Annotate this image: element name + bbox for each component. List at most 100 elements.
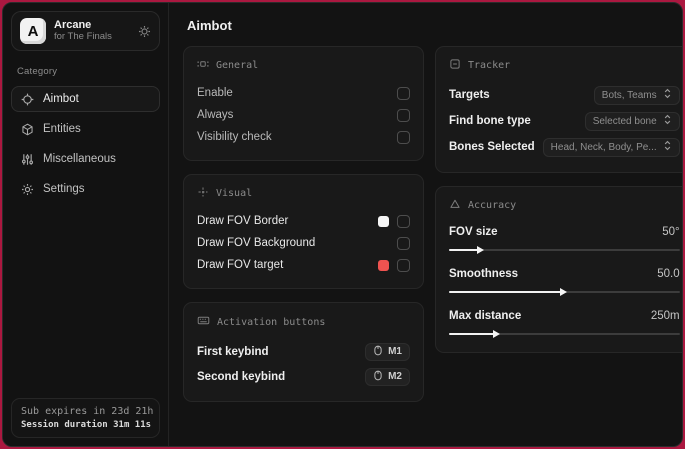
sidebar-item-miscellaneous[interactable]: Miscellaneous xyxy=(11,146,160,172)
sidebar-item-entities[interactable]: Entities xyxy=(11,116,160,142)
brand-subtitle: for The Finals xyxy=(54,30,112,42)
setting-row-fov-target: Draw FOV target xyxy=(197,254,410,276)
scan-box-icon xyxy=(449,58,461,73)
setting-row-always: Always xyxy=(197,104,410,126)
first-keybind-button[interactable]: M1 xyxy=(365,342,410,361)
sidebar-nav: Aimbot Entities Miscellaneous Settings xyxy=(11,86,160,202)
visual-card: Visual Draw FOV Border Draw FOV Backgrou… xyxy=(183,174,424,289)
setting-row-visibility-check: Visibility check xyxy=(197,126,410,148)
dropdown-value: Selected bone xyxy=(592,115,657,127)
sidebar-item-label: Settings xyxy=(43,183,85,195)
setting-row-targets: Targets Bots, Teams xyxy=(449,82,680,108)
sliders-icon xyxy=(21,153,34,166)
setting-label: Targets xyxy=(449,89,490,101)
cube-icon xyxy=(21,123,34,136)
setting-label: Visibility check xyxy=(197,131,272,143)
page-title: Aimbot xyxy=(187,18,232,33)
smoothness-slider[interactable] xyxy=(449,287,680,296)
slider-value: 250m xyxy=(650,310,680,322)
brand-name: Arcane xyxy=(54,19,92,32)
setting-row-second-keybind: Second keybind M2 xyxy=(197,364,410,389)
card-title-label: General xyxy=(216,60,259,71)
fov-background-checkbox[interactable] xyxy=(397,236,410,250)
sub-expires-text: Sub expires in 23d 21h xyxy=(21,406,154,417)
slider-thumb[interactable] xyxy=(477,245,485,254)
max-distance-slider-block: Max distance 250m xyxy=(449,306,680,338)
brand-card: A Arcane for The Finals xyxy=(11,11,160,51)
dropdown-value: Bots, Teams xyxy=(601,89,657,101)
mouse-icon xyxy=(373,370,383,384)
card-title-label: Activation buttons xyxy=(217,316,326,328)
max-distance-slider[interactable] xyxy=(449,329,680,338)
slider-label: FOV size xyxy=(449,226,498,238)
crosshair-icon xyxy=(21,93,34,106)
unfold-icon xyxy=(663,140,672,154)
slider-thumb[interactable] xyxy=(493,329,501,338)
setting-label: Bones Selected xyxy=(449,141,535,153)
app-window: A Arcane for The Finals Category Aimbot … xyxy=(2,2,683,447)
second-keybind-button[interactable]: M2 xyxy=(365,367,410,386)
targets-dropdown[interactable]: Bots, Teams xyxy=(593,85,680,105)
fov-size-slider[interactable] xyxy=(449,245,680,254)
accuracy-card: Accuracy FOV size 50° Smoothness 50.0 Ma… xyxy=(435,186,682,353)
setting-row-fov-border: Draw FOV Border xyxy=(197,210,410,232)
enable-checkbox[interactable] xyxy=(397,86,410,100)
slider-thumb[interactable] xyxy=(560,287,568,296)
setting-row-enable: Enable xyxy=(197,82,410,104)
setting-row-fov-background: Draw FOV Background xyxy=(197,232,410,254)
setting-label: Draw FOV Background xyxy=(197,237,316,249)
bones-selected-dropdown[interactable]: Head, Neck, Body, Pe... xyxy=(542,137,680,157)
dropdown-value: Head, Neck, Body, Pe... xyxy=(550,141,657,153)
setting-label: Draw FOV target xyxy=(197,259,284,271)
color-swatch[interactable] xyxy=(378,259,389,271)
card-title-label: Accuracy xyxy=(468,200,517,211)
find-bone-type-dropdown[interactable]: Selected bone xyxy=(584,111,680,131)
sidebar-item-aimbot[interactable]: Aimbot xyxy=(11,86,160,112)
fov-target-checkbox[interactable] xyxy=(397,258,410,272)
setting-row-first-keybind: First keybind M1 xyxy=(197,339,410,364)
slider-value: 50° xyxy=(662,226,680,238)
setting-label: First keybind xyxy=(197,345,269,358)
subscription-card: Sub expires in 23d 21h Session duration … xyxy=(11,398,160,438)
slider-label: Max distance xyxy=(449,310,522,322)
setting-label: Second keybind xyxy=(197,370,286,383)
card-title-label: Visual xyxy=(216,188,253,199)
always-checkbox[interactable] xyxy=(397,108,410,122)
brand-logo: A xyxy=(20,18,46,44)
visibility-check-checkbox[interactable] xyxy=(397,130,410,144)
activation-card: Activation buttons First keybind M1 Seco… xyxy=(183,302,424,402)
slider-value: 50.0 xyxy=(657,268,680,280)
smoothness-slider-block: Smoothness 50.0 xyxy=(449,264,680,296)
keybind-value: M1 xyxy=(388,346,402,357)
main-panel: Aimbot General Enable Always Visibility … xyxy=(169,3,682,446)
triangle-icon xyxy=(449,198,461,213)
card-title-label: Tracker xyxy=(468,60,511,71)
unfold-icon xyxy=(663,88,672,102)
mouse-icon xyxy=(373,345,383,359)
gear-icon xyxy=(21,183,34,196)
keybind-value: M2 xyxy=(388,371,402,382)
setting-label: Find bone type xyxy=(449,115,531,127)
setting-row-find-bone-type: Find bone type Selected bone xyxy=(449,108,680,134)
session-duration-text: Session duration 31m 11s xyxy=(21,420,152,430)
sidebar-item-settings[interactable]: Settings xyxy=(11,176,160,202)
keyboard-icon xyxy=(197,314,210,330)
category-label: Category xyxy=(17,66,58,77)
setting-row-bones-selected: Bones Selected Head, Neck, Body, Pe... xyxy=(449,134,680,160)
fov-border-checkbox[interactable] xyxy=(397,214,410,228)
slider-label: Smoothness xyxy=(449,268,519,280)
unfold-icon xyxy=(663,114,672,128)
sidebar-item-label: Entities xyxy=(43,123,81,135)
setting-label: Draw FOV Border xyxy=(197,215,289,227)
sidebar-item-label: Miscellaneous xyxy=(43,153,116,165)
grid-handle-icon xyxy=(197,58,209,73)
sidebar: A Arcane for The Finals Category Aimbot … xyxy=(3,3,169,446)
fov-size-slider-block: FOV size 50° xyxy=(449,222,680,254)
gear-icon[interactable] xyxy=(138,25,151,38)
general-card: General Enable Always Visibility check xyxy=(183,46,424,161)
color-swatch[interactable] xyxy=(378,215,389,227)
setting-label: Always xyxy=(197,109,234,121)
sparkle-icon xyxy=(197,186,209,201)
setting-label: Enable xyxy=(197,87,233,99)
sidebar-item-label: Aimbot xyxy=(43,93,79,105)
